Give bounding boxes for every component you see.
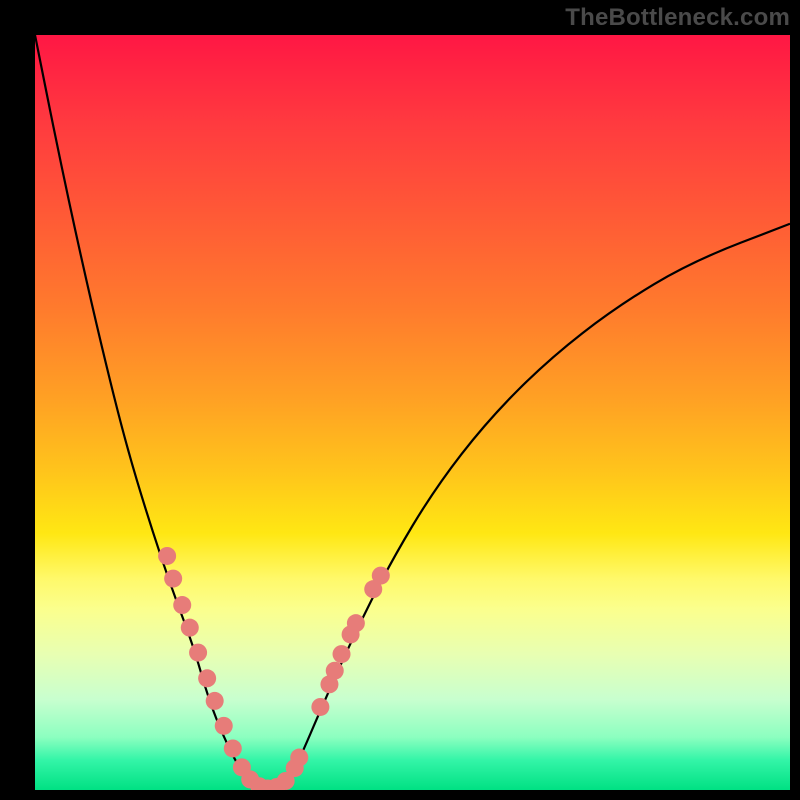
highlight-dot bbox=[372, 567, 390, 585]
highlight-dot bbox=[326, 662, 344, 680]
highlight-dot bbox=[173, 596, 191, 614]
highlight-dot bbox=[224, 739, 242, 757]
highlight-dot bbox=[189, 644, 207, 662]
highlight-dot bbox=[347, 614, 365, 632]
highlight-dot bbox=[311, 698, 329, 716]
dots-group bbox=[158, 547, 390, 790]
curve-svg bbox=[35, 35, 790, 790]
highlight-dot bbox=[158, 547, 176, 565]
highlight-dot bbox=[333, 645, 351, 663]
highlight-dot bbox=[290, 749, 308, 767]
highlight-dot bbox=[215, 717, 233, 735]
watermark-text: TheBottleneck.com bbox=[565, 4, 790, 32]
highlight-dot bbox=[198, 669, 216, 687]
curve-left-path bbox=[35, 35, 254, 790]
highlight-dot bbox=[181, 619, 199, 637]
highlight-dot bbox=[206, 692, 224, 710]
highlight-dot bbox=[164, 570, 182, 588]
chart-frame: TheBottleneck.com bbox=[0, 0, 800, 800]
plot-area bbox=[35, 35, 790, 790]
curve-right-path bbox=[284, 224, 790, 790]
